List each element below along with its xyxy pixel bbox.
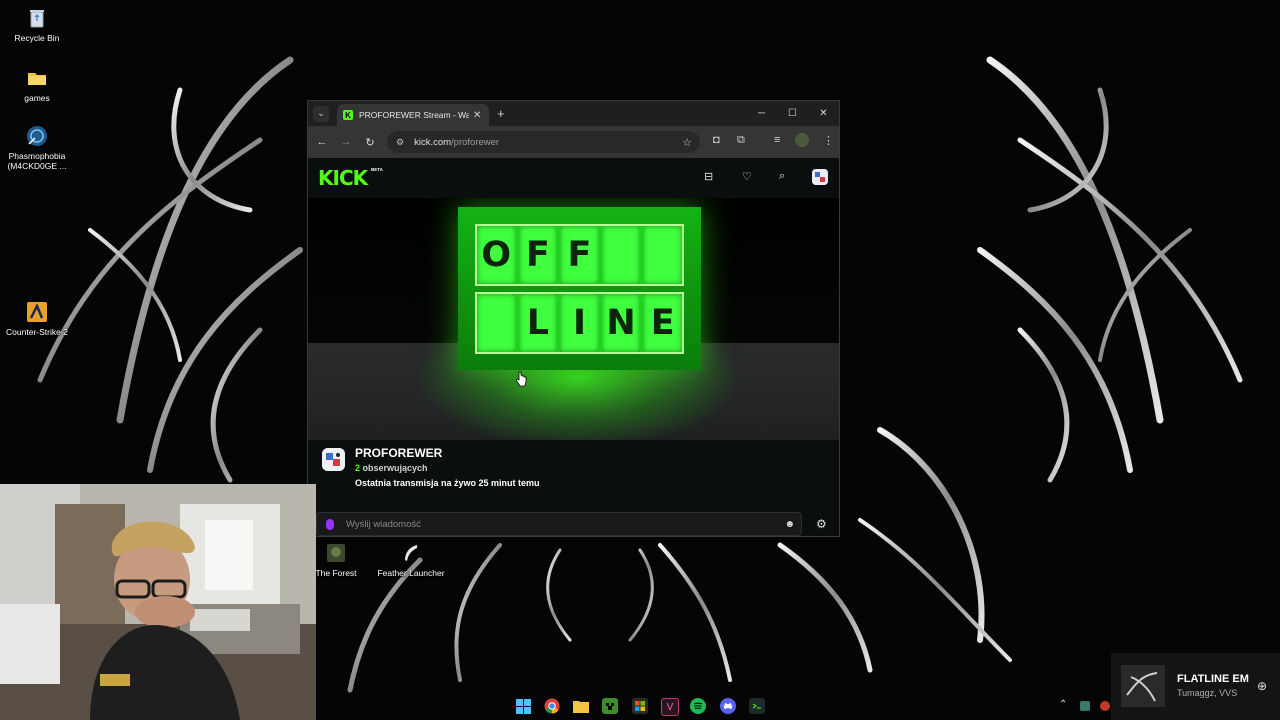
followers-count: 2 obserwujących — [355, 463, 428, 473]
the-forest-icon — [323, 541, 349, 565]
offline-letter: F — [518, 226, 558, 284]
offline-letter: O — [477, 226, 516, 284]
tray-app-icon[interactable] — [1100, 701, 1110, 711]
desktop-icon-label: Counter-Strike 2 — [6, 327, 68, 337]
microphone-icon[interactable] — [326, 518, 334, 530]
feather-icon — [398, 541, 424, 565]
close-tab-icon[interactable]: ✕ — [473, 110, 481, 121]
browser-window: ⌄ K PROFOREWER Stream - Watch Live ✕ + ─… — [307, 100, 840, 537]
bookmark-star-icon[interactable]: ☆ — [682, 136, 692, 149]
spotify-icon[interactable] — [690, 698, 706, 714]
counter-strike-icon — [24, 300, 50, 324]
minecraft-icon[interactable] — [602, 698, 618, 714]
window-controls: ─ ☐ ✕ — [746, 101, 839, 126]
address-bar[interactable]: ⚙ kick.com/proforewer ☆ — [387, 131, 700, 153]
offline-row-1: O F F — [475, 224, 684, 286]
desktop-icon-label: Recycle Bin — [14, 33, 60, 43]
url-text: kick.com/proforewer — [414, 137, 499, 148]
minimize-icon[interactable]: ─ — [746, 101, 777, 126]
offline-letter: F — [560, 226, 599, 284]
back-icon[interactable]: ← — [312, 132, 332, 152]
kick-favicon-icon: K — [343, 110, 353, 120]
windows-start-icon[interactable] — [515, 698, 531, 714]
maximize-icon[interactable]: ☐ — [777, 101, 808, 126]
channel-avatar[interactable] — [322, 448, 345, 471]
chevron-down-icon: ⌄ — [317, 108, 325, 118]
channel-info: PROFOREWER 2 obserwujących Ostatnia tran… — [308, 440, 839, 512]
webcam-feed-image — [0, 484, 316, 720]
tab-proforewer[interactable]: K PROFOREWER Stream - Watch Live ✕ — [337, 104, 489, 126]
chrome-icon[interactable] — [544, 698, 560, 714]
url-path: /proforewer — [451, 136, 500, 148]
folder-icon — [24, 66, 50, 90]
album-art — [1121, 665, 1165, 707]
desktop-icon-label: Phasmophobia (M4CKD0GE ... — [7, 151, 67, 171]
chat-input-wrapper: ☻ — [316, 512, 802, 536]
recycle-bin-icon — [24, 6, 50, 30]
browser-menu-icon[interactable]: ⋮ — [823, 134, 834, 147]
emoji-icon[interactable]: ☻ — [784, 519, 795, 530]
vegas-editor-icon[interactable]: V — [661, 698, 679, 716]
video-player-offline[interactable]: O F F L I N E — [308, 198, 839, 440]
heart-icon[interactable]: ♡ — [742, 170, 752, 183]
new-tab-icon[interactable]: + — [497, 106, 505, 121]
chat-settings-gear-icon[interactable]: ⚙ — [816, 517, 827, 531]
phasmophobia-icon — [24, 124, 50, 148]
followers-label: obserwujących — [362, 463, 428, 473]
offline-letter: I — [560, 294, 599, 352]
last-stream-text: Ostatnia transmisja na żywo 25 minut tem… — [355, 478, 540, 488]
kick-header: KICK BETA ⊟ ♡ ⌕ — [308, 158, 839, 198]
desktop-icon-recycle-bin[interactable]: Recycle Bin — [2, 6, 72, 43]
channel-name[interactable]: PROFOREWER — [355, 446, 442, 460]
url-domain: kick.com — [414, 136, 452, 148]
profile-avatar-icon[interactable] — [795, 133, 809, 147]
offline-letter: N — [601, 294, 641, 352]
reload-icon[interactable]: ↻ — [360, 132, 380, 152]
reading-list-icon[interactable]: ≡ — [774, 134, 780, 146]
offline-board: O F F L I N E — [458, 207, 701, 370]
user-avatar[interactable] — [812, 169, 828, 185]
tab-search-button[interactable]: ⌄ — [313, 105, 329, 122]
offline-letter — [643, 226, 682, 284]
browser-toolbar: ← → ↻ ⚙ kick.com/proforewer ☆ ◘ ⧉ ≡ ⋮ — [308, 126, 839, 158]
calendar-icon[interactable]: ⊟ — [704, 170, 713, 183]
tray-app-icon[interactable] — [1080, 701, 1090, 711]
offline-letter: L — [518, 294, 558, 352]
media-notification[interactable]: FLATLINE EM Tumaggz, VVS ⊕ — [1111, 653, 1280, 720]
mouse-cursor-icon — [515, 371, 527, 387]
media-title: FLATLINE EM — [1177, 673, 1249, 685]
extensions-puzzle-icon[interactable]: ⧉ — [737, 134, 745, 147]
media-add-icon[interactable]: ⊕ — [1257, 679, 1267, 693]
close-window-icon[interactable]: ✕ — [808, 101, 839, 126]
desktop-icon-games[interactable]: games — [2, 66, 72, 103]
beta-badge: BETA — [371, 167, 383, 172]
forward-icon[interactable]: → — [336, 132, 356, 152]
file-explorer-icon[interactable] — [573, 698, 589, 714]
extension-twitch-icon[interactable]: ◘ — [713, 134, 720, 146]
kick-logo[interactable]: KICK — [318, 166, 368, 190]
desktop-icon-feather-launcher[interactable]: Feather Launcher — [376, 541, 446, 578]
desktop-icon-counter-strike-2[interactable]: Counter-Strike 2 — [2, 300, 72, 337]
microsoft-store-icon[interactable] — [632, 698, 648, 714]
desktop-icon-phasmophobia[interactable]: Phasmophobia (M4CKD0GE ... — [2, 124, 72, 171]
search-icon[interactable]: ⌕ — [779, 170, 785, 183]
followers-number: 2 — [355, 463, 361, 473]
site-info-icon[interactable]: ⚙ — [396, 137, 404, 148]
chat-bar: ☻ ⚙ — [308, 512, 839, 536]
offline-letter — [601, 226, 641, 284]
webcam-overlay — [0, 484, 316, 720]
discord-icon[interactable] — [720, 698, 736, 714]
desktop-icon-label: games — [24, 93, 50, 103]
terminal-icon[interactable] — [749, 698, 765, 714]
offline-row-2: L I N E — [475, 292, 684, 354]
offline-letter — [477, 294, 516, 352]
offline-letter: E — [643, 294, 682, 352]
show-hidden-icons-chevron-icon[interactable]: ⌃ — [1059, 699, 1067, 710]
media-artist: Tumaggz, VVS — [1177, 688, 1238, 698]
tab-title: PROFOREWER Stream - Watch Live — [359, 110, 469, 120]
tab-strip: ⌄ K PROFOREWER Stream - Watch Live ✕ + ─… — [308, 101, 839, 126]
chat-message-input[interactable] — [344, 517, 768, 531]
desktop-icon-label: Feather Launcher — [377, 568, 445, 578]
